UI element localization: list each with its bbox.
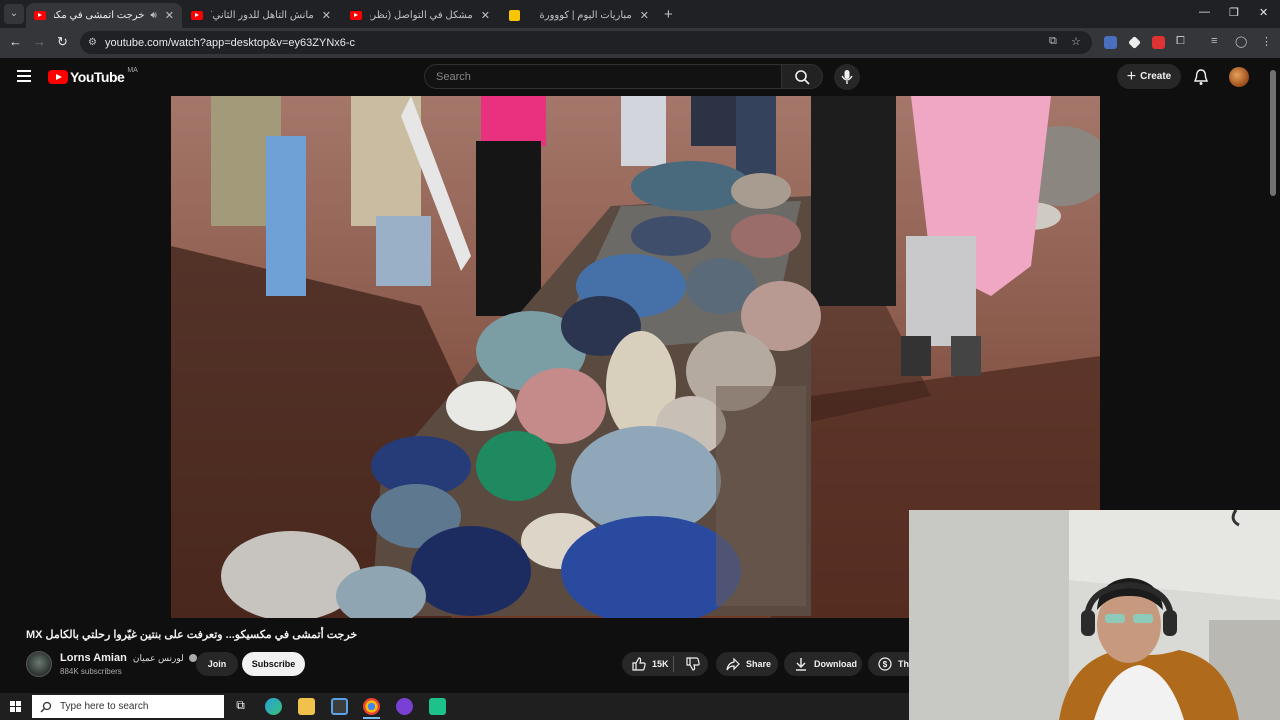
microsoft-store-icon[interactable] [331,698,348,715]
menu-kebab-icon[interactable]: ⋮ [1261,35,1272,48]
browser-tab-strip: ⌄ خرجت أتمشى في مكسيكو... 🔊︎ ✕ مانش التأ… [0,0,1280,28]
share-label: Share [746,659,772,669]
bookmark-star-icon[interactable]: ☆ [1071,35,1081,48]
new-tab-icon[interactable]: + [664,6,673,23]
back-icon[interactable]: ← [9,34,22,49]
browser-tab-3[interactable]: مشكل في التواصل (نظرية البراق) ✕ [342,3,498,28]
browser-tab-1[interactable]: خرجت أتمشى في مكسيكو... 🔊︎ ✕ [26,3,182,28]
install-app-icon[interactable]: ⧉ [1049,35,1057,48]
close-tab-icon[interactable]: ✕ [481,9,490,22]
tab-title: خرجت أتمشى في مكسيكو... [54,10,145,21]
search-input[interactable]: Search [424,64,782,89]
extension-diamond-icon[interactable] [1128,36,1141,49]
hamburger-menu-icon[interactable] [17,70,31,82]
youtube-header: YouTube MA Search + Create [0,58,1280,96]
share-icon [726,657,740,671]
taskbar-search-placeholder: Type here to search [60,701,149,712]
windows-taskbar: Type here to search ⧉ [0,693,909,720]
file-explorer-icon[interactable] [298,698,315,715]
restore-icon[interactable]: ❐ [1229,6,1239,19]
close-tab-icon[interactable]: ✕ [165,9,174,22]
windows-start-icon[interactable] [10,701,21,712]
channel-name: Lorns Amian [60,652,127,664]
join-button[interactable]: Join [196,652,238,676]
forward-icon[interactable]: → [33,34,46,49]
like-divider [673,656,674,672]
microphone-icon [841,70,853,84]
edge-browser-icon[interactable] [265,698,282,715]
tab-search-button[interactable]: ⌄ [4,4,24,24]
browser-tab-4[interactable]: مباريات اليوم | كووورة ✕ [501,3,657,28]
share-button[interactable]: Share [716,652,778,676]
super-thanks-icon: $ [878,657,892,671]
reload-icon[interactable]: ↻ [57,34,68,50]
media-control-icon[interactable]: ≡ [1211,35,1217,47]
create-button[interactable]: + Create [1117,64,1181,89]
tab-title: مانش التأهل للدور الثاني؟ التشكيل [211,10,314,21]
thumbs-down-icon[interactable] [686,657,700,671]
like-count[interactable]: 15K [652,659,669,669]
search-icon [795,70,810,85]
address-bar[interactable]: ⚙︎ youtube.com/watch?app=desktop&v=ey63Z… [80,31,1092,54]
profile-icon[interactable]: ◯ [1235,35,1247,48]
url-text: youtube.com/watch?app=desktop&v=ey63ZYNx… [104,36,356,49]
app-purple-icon[interactable] [396,698,413,715]
youtube-play-icon [48,70,68,84]
user-avatar[interactable] [1229,67,1249,87]
extension-red-icon[interactable] [1152,36,1165,49]
speaker-icon[interactable]: 🔊︎ [150,10,156,21]
youtube-logo[interactable]: YouTube MA [48,66,138,85]
close-tab-icon[interactable]: ✕ [322,9,331,22]
download-label: Download [814,659,857,669]
subscribe-button[interactable]: Subscribe [242,652,305,676]
download-button[interactable]: Download [784,652,862,676]
channel-name-arabic: لورنس عميان [132,653,184,663]
extensions-puzzle-icon[interactable]: ⧠ [1176,35,1185,48]
kooora-icon [509,10,520,21]
youtube-icon [34,11,46,20]
taskbar-search-box[interactable]: Type here to search [32,695,224,718]
youtube-icon [350,11,362,20]
close-tab-icon[interactable]: ✕ [640,9,649,22]
chrome-icon[interactable] [363,698,380,715]
webcam-person-image [909,510,1280,720]
channel-name-row[interactable]: Lorns Amian لورنس عميان [60,652,197,664]
close-window-icon[interactable]: ✕ [1259,6,1268,19]
youtube-icon [191,11,203,20]
country-code: MA [127,66,138,74]
video-title: خرجت أتمشى في مكسيكو... وتعرفت على بنتين… [26,629,358,641]
browser-tab-2[interactable]: مانش التأهل للدور الثاني؟ التشكيل ✕ [183,3,339,28]
minimize-icon[interactable]: — [1199,6,1210,18]
voice-search-button[interactable] [834,64,860,90]
download-icon [796,658,806,671]
search-icon [40,701,52,712]
tab-title: مباريات اليوم | كووورة [539,10,632,21]
svg-text:$: $ [883,660,888,669]
tab-title: مشكل في التواصل (نظرية البراق) [370,10,473,21]
webcam-overlay [909,510,1280,720]
notifications-bell-icon[interactable] [1193,68,1209,86]
site-info-icon[interactable]: ⚙︎ [88,37,97,48]
translate-extension-icon[interactable] [1104,36,1117,49]
task-view-icon[interactable]: ⧉ [232,698,249,715]
browser-toolbar: ← → ↻ ⚙︎ youtube.com/watch?app=desktop&v… [0,28,1280,58]
channel-avatar[interactable] [26,651,52,677]
youtube-wordmark: YouTube [70,69,125,85]
thumbs-up-icon[interactable] [632,657,646,671]
subscriber-count: 884K subscribers [60,667,122,676]
search-button[interactable] [781,64,823,89]
page-scrollbar[interactable] [1270,70,1276,196]
chrome-active-indicator [363,717,380,719]
plus-icon: + [1126,67,1137,85]
app-green-icon[interactable] [429,698,446,715]
create-label: Create [1140,71,1172,82]
